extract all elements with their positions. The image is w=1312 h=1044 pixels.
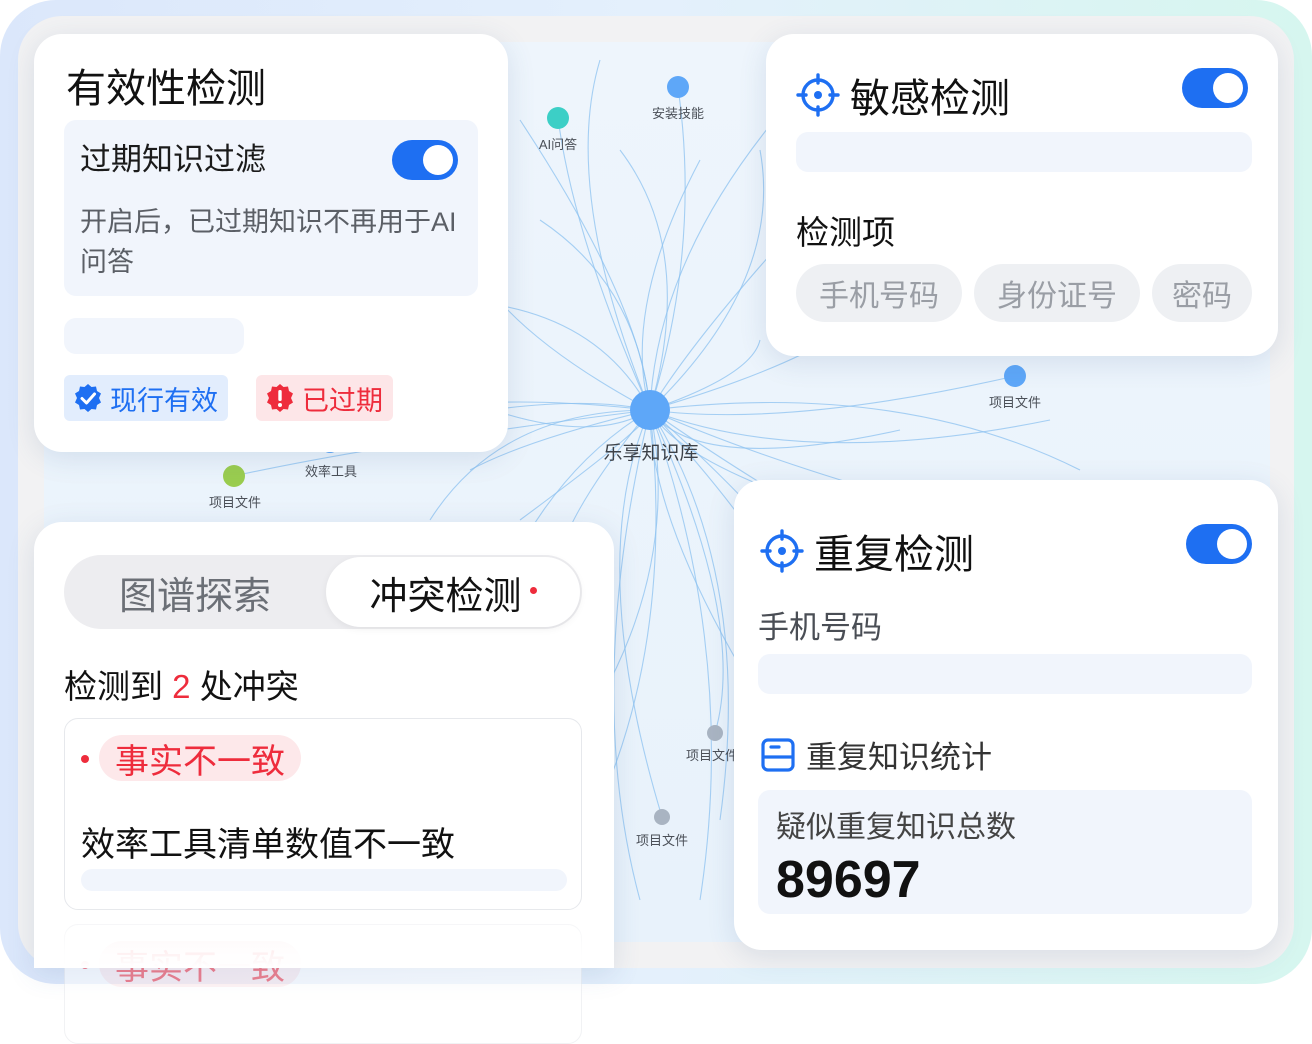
sensitive-title: 敏感检测 bbox=[850, 77, 1010, 121]
graph-edge bbox=[619, 409, 663, 818]
graph-node-label: 项目文件 bbox=[636, 833, 688, 848]
sensitive-detection-card: 敏感检测 检测项 手机号码 身份证号 密码 bbox=[766, 34, 1278, 356]
graph-node-label: AI问答 bbox=[539, 137, 577, 152]
conflict-item[interactable]: 事实不一致 效率工具清单数值不一致 bbox=[64, 718, 582, 910]
graph-node-label: 效率工具 bbox=[305, 464, 357, 479]
skeleton-bar bbox=[796, 132, 1252, 172]
conflict-count-suffix: 处冲突 bbox=[199, 668, 299, 705]
chip-phone[interactable]: 手机号码 bbox=[796, 264, 962, 322]
tab-graph-explore[interactable]: 图谱探索 bbox=[64, 555, 326, 629]
graph-center-label: 乐享知识库 bbox=[603, 442, 698, 464]
validity-title: 有效性检测 bbox=[66, 67, 266, 111]
duplicate-header: 重复检测 bbox=[760, 522, 974, 580]
conflict-count: 检测到 2 处冲突 bbox=[64, 660, 299, 708]
conflict-bullet bbox=[81, 755, 89, 763]
valid-tag: 现行有效 bbox=[64, 375, 228, 421]
duplicate-stats-label: 重复知识统计 bbox=[806, 740, 992, 775]
duplicate-detection-card: 重复检测 手机号码 重复知识统计 疑似重复知识总数 89697 bbox=[734, 480, 1278, 950]
duplicate-toggle[interactable] bbox=[1186, 524, 1252, 564]
conflict-count-number: 2 bbox=[172, 668, 191, 705]
option-description: 开启后，已过期知识不再用于AI问答 bbox=[80, 207, 457, 277]
alert-badge-icon bbox=[267, 384, 293, 412]
notification-dot bbox=[529, 586, 537, 594]
skeleton-bar bbox=[64, 318, 244, 354]
crosshair-icon bbox=[796, 73, 840, 117]
conflict-type-badge: 事实不一致 bbox=[99, 735, 301, 781]
graph-edge bbox=[641, 159, 701, 411]
duplicate-title: 重复检测 bbox=[814, 533, 974, 577]
duplicate-total-box: 疑似重复知识总数 89697 bbox=[758, 790, 1252, 914]
graph-edge bbox=[539, 219, 651, 411]
expired-filter-option: 过期知识过滤 开启后，已过期知识不再用于AI问答 bbox=[64, 120, 478, 296]
graph-node[interactable] bbox=[707, 725, 723, 741]
duplicate-subtitle: 手机号码 bbox=[758, 610, 882, 645]
sensitive-header: 敏感检测 bbox=[796, 66, 1010, 124]
verified-badge-icon bbox=[75, 384, 101, 412]
duplicate-total-value: 89697 bbox=[776, 851, 921, 909]
tab-conflict-label: 冲突检测 bbox=[369, 575, 522, 618]
graph-node[interactable] bbox=[1004, 365, 1026, 387]
validity-card: 有效性检测 过期知识过滤 开启后，已过期知识不再用于AI问答 现行有效 已过期 bbox=[34, 34, 508, 452]
graph-edge bbox=[649, 375, 1016, 416]
graph-node[interactable] bbox=[547, 107, 569, 129]
conflict-type-badge: 事实不一致 bbox=[99, 941, 301, 987]
expired-filter-toggle[interactable] bbox=[392, 140, 458, 180]
skeleton-bar bbox=[81, 869, 567, 891]
expired-tag-label: 已过期 bbox=[302, 385, 383, 416]
graph-node[interactable] bbox=[667, 76, 689, 98]
sensitive-toggle[interactable] bbox=[1182, 68, 1248, 108]
crosshair-icon bbox=[760, 529, 804, 573]
chip-id-number[interactable]: 身份证号 bbox=[974, 264, 1140, 322]
graph-node-label: 项目文件 bbox=[686, 748, 738, 763]
chip-password[interactable]: 密码 bbox=[1152, 264, 1252, 322]
skeleton-bar bbox=[758, 654, 1252, 694]
conflict-count-prefix: 检测到 bbox=[64, 668, 163, 705]
conflict-description: 效率工具清单数值不一致 bbox=[81, 826, 455, 864]
graph-edge bbox=[519, 119, 651, 411]
graph-node[interactable] bbox=[223, 465, 245, 487]
option-title: 过期知识过滤 bbox=[80, 142, 266, 177]
valid-tag-label: 现行有效 bbox=[110, 385, 218, 416]
graph-node[interactable] bbox=[654, 809, 670, 825]
conflict-item[interactable]: 事实不一致 bbox=[64, 924, 582, 1044]
duplicate-stats-header: 重复知识统计 bbox=[760, 732, 992, 777]
graph-center-node[interactable] bbox=[630, 390, 670, 430]
graph-node-label: 项目文件 bbox=[989, 395, 1041, 410]
duplicate-total-label: 疑似重复知识总数 bbox=[776, 811, 1016, 844]
expired-tag: 已过期 bbox=[256, 375, 393, 421]
graph-node-label: 项目文件 bbox=[209, 495, 261, 510]
graph-node-label: 安装技能 bbox=[652, 106, 704, 121]
detection-items-label: 检测项 bbox=[796, 214, 895, 251]
view-tabs: 图谱探索 冲突检测 bbox=[64, 555, 582, 629]
conflict-card: 图谱探索 冲突检测 检测到 2 处冲突 事实不一致 效率工具清单数值不一致 事实… bbox=[34, 522, 614, 1044]
conflict-bullet bbox=[81, 961, 89, 969]
tab-conflict-detection[interactable]: 冲突检测 bbox=[326, 557, 580, 627]
stats-folder-icon bbox=[761, 737, 795, 772]
